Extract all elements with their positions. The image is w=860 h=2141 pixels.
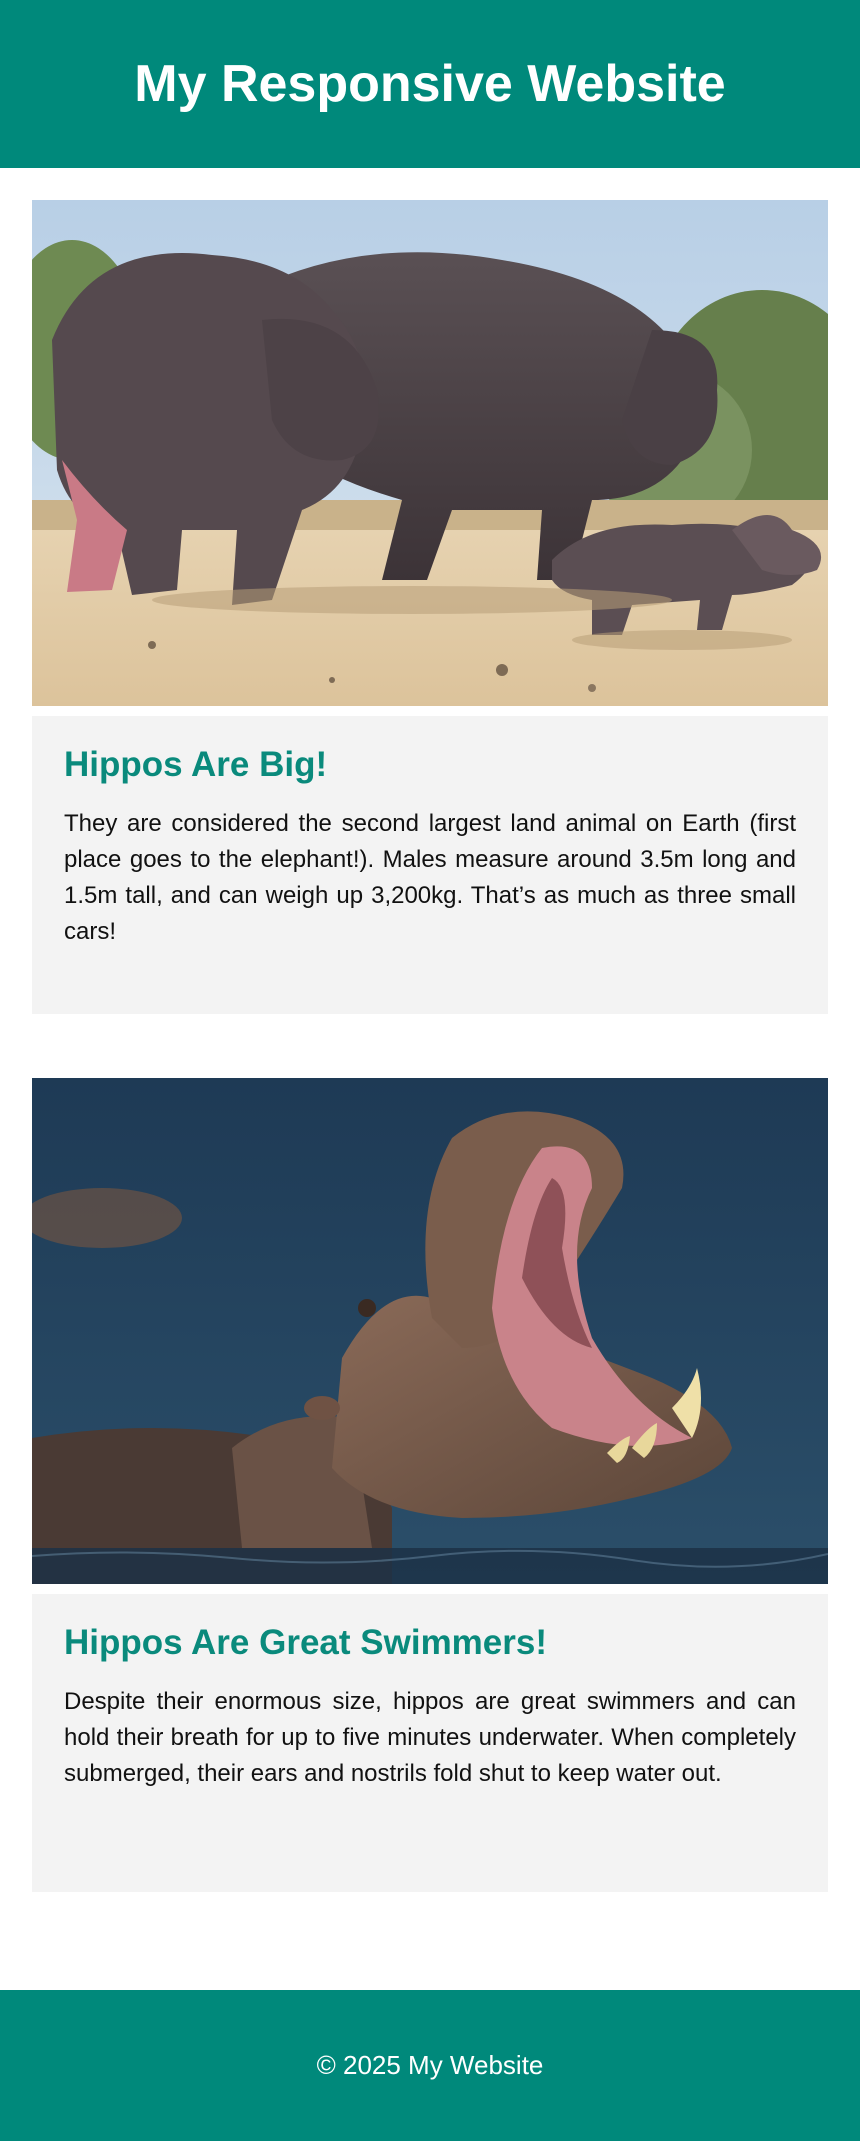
site-title: My Responsive Website bbox=[134, 55, 726, 113]
card-body: Hippos Are Big! They are considered the … bbox=[32, 716, 828, 1014]
main-content: Hippos Are Big! They are considered the … bbox=[0, 168, 860, 1892]
site-header: My Responsive Website bbox=[0, 0, 860, 168]
card-body: Hippos Are Great Swimmers! Despite their… bbox=[32, 1594, 828, 1892]
site-footer: © 2025 My Website bbox=[0, 1990, 860, 2141]
card-hippos-swimmers: Hippos Are Great Swimmers! Despite their… bbox=[32, 1078, 828, 1892]
card-text: Despite their enormous size, hippos are … bbox=[64, 1688, 796, 1787]
card-text: They are considered the second largest l… bbox=[64, 810, 796, 945]
card-heading: Hippos Are Great Swimmers! bbox=[64, 1623, 548, 1662]
card-hippos-big: Hippos Are Big! They are considered the … bbox=[32, 200, 828, 1014]
card-image-hippo-yawning bbox=[32, 1078, 828, 1584]
card-heading: Hippos Are Big! bbox=[64, 745, 328, 784]
card-image-hippo-family bbox=[32, 200, 828, 706]
footer-copyright: © 2025 My Website bbox=[316, 2050, 544, 2080]
